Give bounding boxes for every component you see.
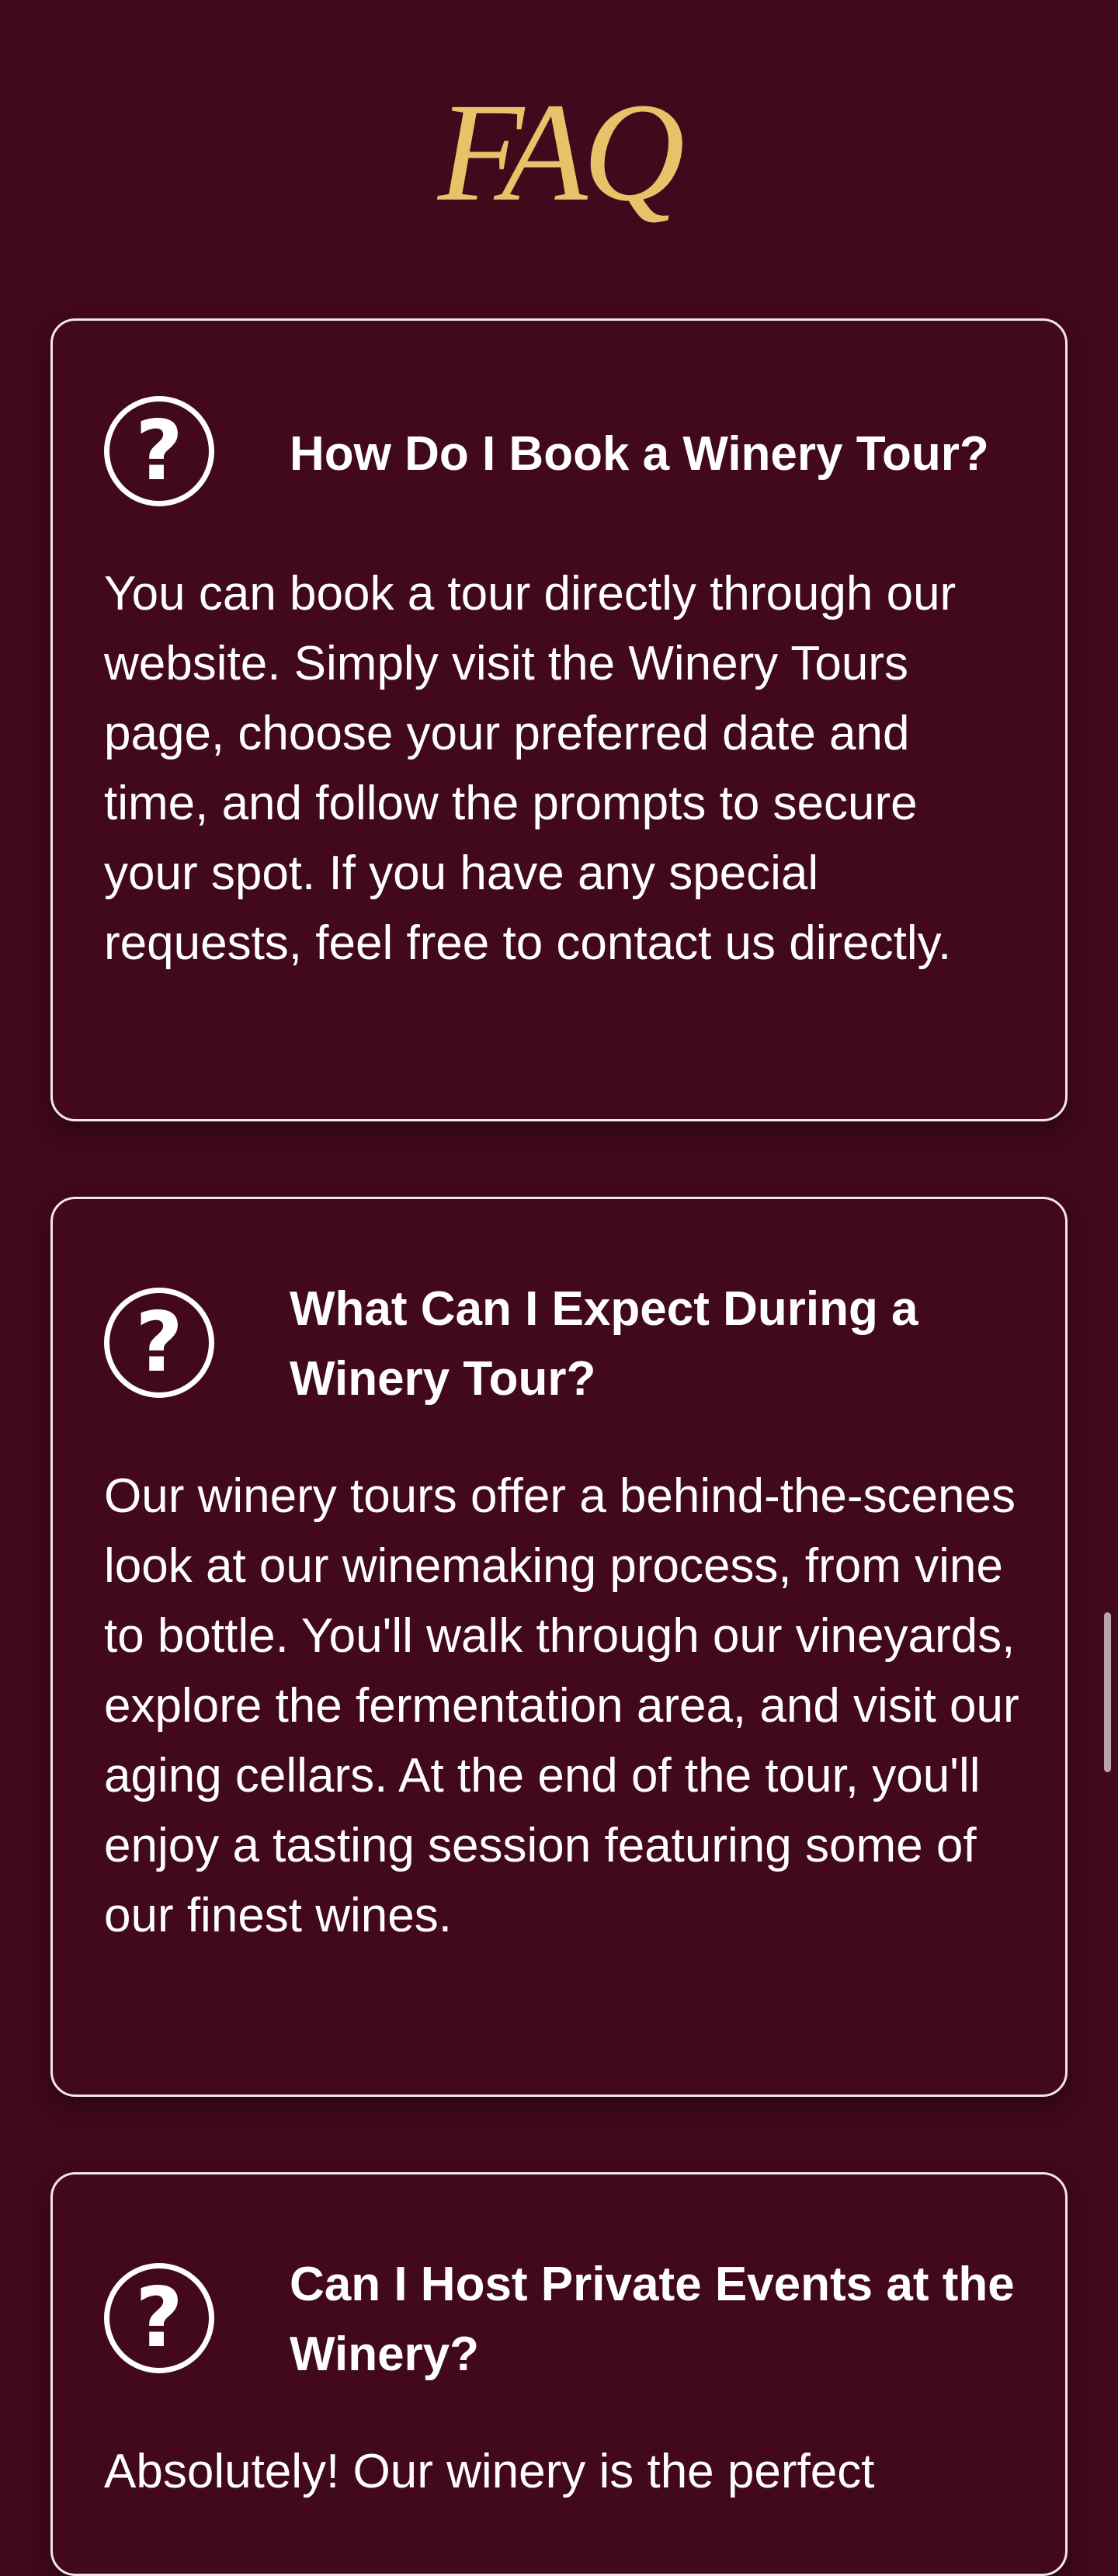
faq-card: ? Can I Host Private Events at the Winer…: [50, 2172, 1068, 2576]
faq-card: ? What Can I Expect During a Winery Tour…: [50, 1197, 1068, 2097]
question-circle-icon: ?: [104, 2263, 214, 2373]
faq-answer: You can book a tour directly through our…: [104, 567, 957, 970]
faq-question: What Can I Expect During a Winery Tour?: [290, 1282, 918, 1406]
faq-card: ? How Do I Book a Winery Tour? You can b…: [50, 318, 1068, 1121]
question-circle-icon: ?: [104, 1288, 214, 1398]
faq-question: How Do I Book a Winery Tour?: [290, 427, 989, 481]
question-circle-icon: ?: [104, 396, 214, 506]
faq-question: Can I Host Private Events at the Winery?: [290, 2258, 1015, 2381]
faq-answer: Our winery tours offer a behind-the-scen…: [104, 1469, 1019, 1942]
faq-answer: Absolutely! Our winery is the perfect: [104, 2445, 875, 2498]
scrollbar-thumb[interactable]: [1104, 1612, 1111, 1772]
page-title: FAQ: [437, 75, 685, 231]
